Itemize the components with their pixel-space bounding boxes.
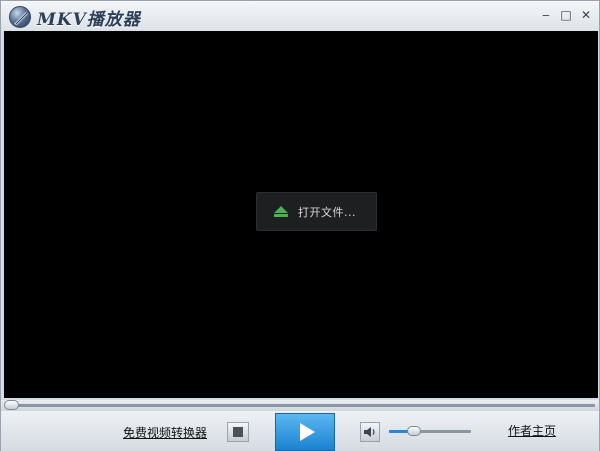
- eject-icon: [273, 205, 289, 218]
- stop-icon: [233, 427, 243, 437]
- author-homepage-link[interactable]: 作者主页: [508, 422, 556, 439]
- maximize-button[interactable]: □: [557, 7, 575, 23]
- close-button[interactable]: ✕: [577, 7, 595, 23]
- seek-bar[interactable]: [1, 400, 599, 411]
- play-icon: [299, 423, 315, 441]
- volume-slider[interactable]: [389, 426, 471, 436]
- app-window: MKV播放器 ‒ □ ✕ 打开文件... 免费视频转换器 作者主页: [0, 0, 600, 451]
- app-title: MKV播放器: [37, 10, 141, 30]
- open-file-button[interactable]: 打开文件...: [256, 192, 377, 231]
- free-video-converter-link[interactable]: 免费视频转换器: [123, 424, 207, 441]
- mute-button[interactable]: [360, 422, 380, 442]
- window-controls: ‒ □ ✕: [537, 7, 595, 23]
- speaker-icon: [364, 427, 375, 437]
- play-button[interactable]: [275, 413, 335, 451]
- video-area[interactable]: 打开文件...: [4, 31, 598, 398]
- stop-button[interactable]: [227, 422, 249, 442]
- volume-handle[interactable]: [406, 426, 421, 436]
- control-bar: 免费视频转换器 作者主页: [1, 411, 599, 451]
- app-logo-icon: [9, 6, 31, 28]
- title-bar[interactable]: MKV播放器 ‒ □ ✕: [1, 1, 599, 31]
- minimize-button[interactable]: ‒: [537, 7, 555, 23]
- open-file-label: 打开文件...: [298, 205, 356, 219]
- seek-handle[interactable]: [4, 400, 19, 410]
- seek-track[interactable]: [11, 404, 595, 407]
